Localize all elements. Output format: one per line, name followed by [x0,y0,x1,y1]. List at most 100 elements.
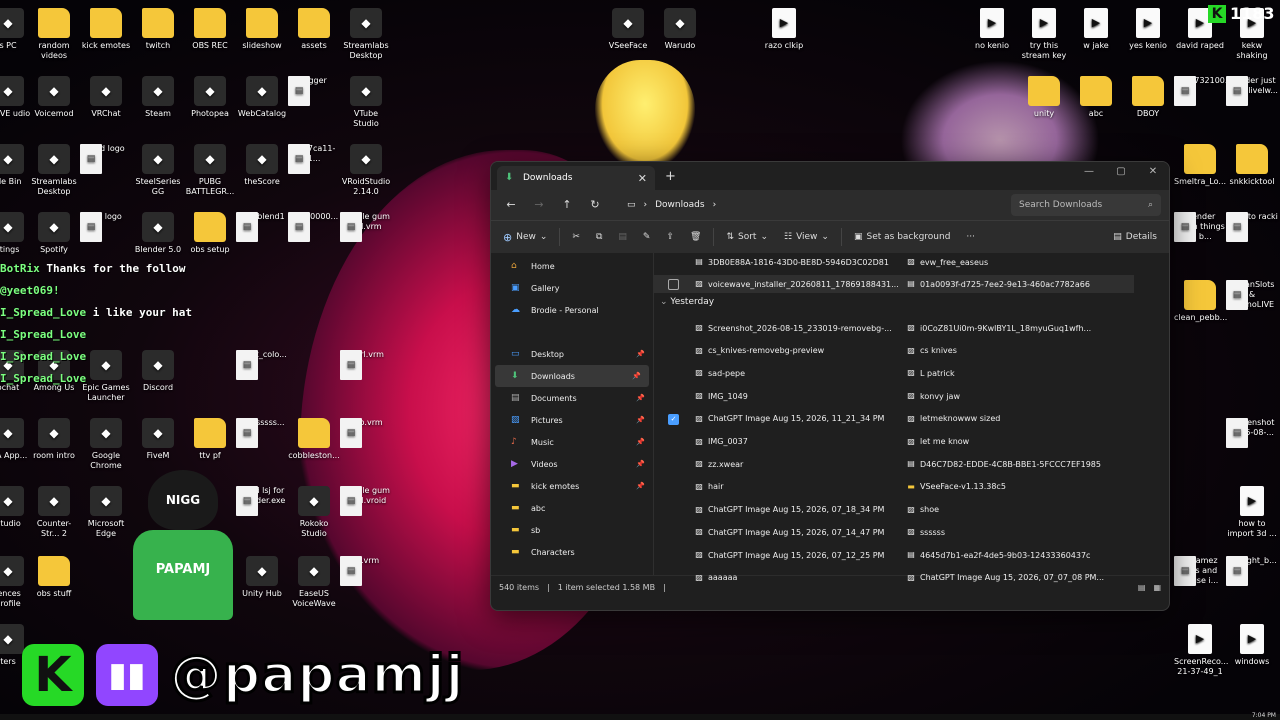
desktop-icon-file[interactable]: ▤ Screenshot 2026-08-... [1226,418,1278,448]
desktop-icon-app[interactable]: ◆ theScore [236,144,288,187]
address-bar[interactable]: ▭ › Downloads › [621,194,1007,216]
file-item[interactable]: ▨ Screenshot_2026-08-15_233019-removebg-.… [694,319,894,337]
file-item[interactable]: ▤ D46C7D82-EDDE-4C8B-BBE1-5FCCC7EF1985 [906,455,1141,473]
desktop-icon-file[interactable]: ▤ mod logo [80,144,132,174]
desktop-icon-app[interactable]: ◆ Rokoko Studio [288,486,340,539]
sidebar-item-documents[interactable]: ▤ Documents 📌 [491,387,653,409]
desktop-icon-app[interactable]: ◆ Blender 5.0 [132,212,184,255]
file-item[interactable]: ▨ ChatGPT Image Aug 15, 2026, 07_12_25 PM [694,546,894,564]
desktop-icon-folder[interactable]: DBOY [1122,76,1174,119]
delete-icon[interactable]: 🗑 [686,232,705,242]
cut-icon[interactable]: ✂ [568,232,584,242]
desktop-icon-file[interactable]: ▤ send to racki [1226,212,1278,242]
sidebar-item-sb[interactable]: ▬ sb [491,519,653,541]
search-input[interactable]: Search Downloads ⌕ [1011,194,1161,216]
desktop-icon-video[interactable]: ▶ w jake [1070,8,1122,51]
file-item[interactable]: ▨ zz.xwear [694,455,894,473]
sidebar-item-home[interactable]: ⌂ Home [491,255,653,277]
file-item[interactable]: ▨ let me know [906,433,1141,451]
desktop-icon-folder[interactable]: unity [1018,76,1070,119]
paste-icon[interactable]: ▤ [614,232,631,242]
desktop-icon-file[interactable]: ▤ vip logo [80,212,132,242]
desktop-icon-app[interactable]: ◆ SteelSeries GG [132,144,184,197]
desktop-icon-file[interactable]: ▤ Trodder just went livelw... [1226,76,1278,106]
share-icon[interactable]: ⇪ [662,232,678,242]
more-options-button[interactable]: ··· [962,232,979,242]
refresh-button[interactable]: ↻ [583,194,607,216]
file-item[interactable]: ▨ ChatGPT Image Aug 15, 2026, 11_21_34 PM [694,410,894,428]
breadcrumb-downloads[interactable]: Downloads [655,200,704,210]
desktop-icon-folder[interactable]: snkkicktool [1226,144,1278,187]
desktop-icon-folder[interactable]: obs setup [184,212,236,255]
desktop-icon-file[interactable]: ▤ blender atach things to b... [1174,212,1226,242]
details-button[interactable]: ▤ Details [1109,232,1161,242]
desktop-icon-folder[interactable]: abc [1070,76,1122,119]
desktop-icon-app[interactable]: ◆ VRChat [80,76,132,119]
file-item[interactable]: ▨ konvy jaw [906,387,1141,405]
desktop-icon-app[interactable]: ◆ Microsoft Edge [80,486,132,539]
desktop-icon-folder[interactable]: slideshow [236,8,288,51]
desktop-icon-file[interactable]: ▤ bubble gum girl.vrm [340,212,392,242]
sidebar-item-pictures[interactable]: ▨ Pictures 📌 [491,409,653,431]
file-item[interactable]: ▬ VSeeFace-v1.13.38c5 [906,478,1141,496]
set-background-button[interactable]: ▣ Set as background [850,232,954,242]
forward-button[interactable]: → [527,194,551,216]
desktop-icon-video[interactable]: ▶ razo clkip [758,8,810,51]
desktop-icon-file[interactable]: ▤ good lsj for blender.exe [236,486,288,516]
desktop-icon-file[interactable]: ▤ btgamez cars and house i... [1174,556,1226,586]
file-item[interactable]: ▨ aaaaaa [694,569,894,587]
sidebar-item-desktop[interactable]: ▭ Desktop 📌 [491,343,653,365]
file-item[interactable]: ▨ cs_knives-removebg-preview [694,342,894,360]
desktop-icon-app[interactable]: ◆ FiveM [132,418,184,461]
desktop-icon-folder[interactable]: ttv pf [184,418,236,461]
back-button[interactable]: ← [499,194,523,216]
file-item[interactable]: ▨ IMG_0037 [694,433,894,451]
copy-icon[interactable]: ⧉ [592,232,606,242]
maximize-button[interactable]: ▢ [1105,162,1137,182]
file-item[interactable]: ▨ ChatGPT Image Aug 15, 2026, 07_18_34 PM [694,501,894,519]
desktop-icon-app[interactable]: ◆ Voicemod [28,76,80,119]
rename-icon[interactable]: ✎ [639,232,655,242]
desktop-icon-file[interactable]: ▤ test.blend1 [236,212,288,242]
desktop-icon-folder[interactable]: kick emotes [80,8,132,51]
desktop-icon-folder[interactable]: clean_pebb... [1174,280,1227,323]
desktop-icon-app[interactable]: ◆ PUBG BATTLEGR... [184,144,236,197]
desktop-icon-app[interactable]: ◆ Photopea [184,76,236,119]
desktop-icon-app[interactable]: ◆ Streamlabs Desktop [28,144,80,197]
desktop-icon-file[interactable]: ▤ bt.vrm [340,556,392,586]
desktop-icon-folder[interactable]: assets [288,8,340,51]
desktop-icon-app[interactable]: ◆ WebCatalog [236,76,288,119]
file-item[interactable]: ▨ IMG_1049 [694,387,894,405]
sidebar-item-kick-emotes[interactable]: ▬ kick emotes 📌 [491,475,653,497]
desktop-icon-video[interactable]: ▶ try this stream key [1018,8,1070,61]
checkbox-checked[interactable]: ✓ [668,413,679,425]
desktop-icon-file[interactable]: ▤ 2287ca11-1... [288,144,340,174]
close-tab-icon[interactable]: ✕ [638,172,647,185]
sidebar-item-characters[interactable]: ▬ Characters [491,541,653,563]
file-item[interactable]: ▨ ChatGPT Image Aug 15, 2026, 07_14_47 PM [694,523,894,541]
new-tab-button[interactable]: + [665,169,676,184]
sidebar-item-music[interactable]: ♪ Music 📌 [491,431,653,453]
desktop-icon-video[interactable]: ▶ windows [1226,624,1278,667]
desktop-icon-folder[interactable]: OBS REC [184,8,236,51]
desktop-icon-file[interactable]: ▤ nigger [288,76,340,106]
desktop-icon-file[interactable]: ▤ 2843732100... [1174,76,1233,106]
desktop-icon-folder[interactable]: Smeltra_Lo... [1174,144,1226,187]
desktop-icon-video[interactable]: ▶ yes kenio [1122,8,1174,51]
desktop-icon-folder[interactable]: random videos [28,8,80,61]
desktop-icon-file[interactable]: ▤ bubble gum egirl.vroid [340,486,392,516]
checkbox[interactable] [668,279,679,290]
sidebar-item-downloads[interactable]: ⬇ Downloads 📌 [495,365,649,387]
file-item[interactable]: ▨ shoe [906,501,1141,519]
file-item[interactable]: ▨ evw_free_easeus [906,253,1106,271]
desktop-icon-app[interactable]: ◆ room intro [28,418,80,461]
file-item[interactable]: ▤ 01a0093f-d725-7ee2-9e13-460ac7782a66 [906,275,1106,293]
file-explorer-window[interactable]: ⬇ Downloads ✕ + — ▢ ✕ ← → ↑ ↻ ▭ › Downlo… [490,161,1170,611]
desktop-icon-file[interactable]: ▤ be_right_b... [1226,556,1278,586]
desktop-icon-app[interactable]: ◆ Counter-Str... 2 [28,486,80,539]
file-item[interactable]: ▨ letmeknowww sized [906,410,1141,428]
file-item[interactable]: ▨ ChatGPT Image Aug 15, 2026, 07_07_08 PM… [906,569,1141,587]
desktop-icon-file[interactable]: ▤ 00000000... [288,212,340,242]
view-button[interactable]: ☷ View ⌄ [780,232,833,242]
desktop-icon-app[interactable]: ◆ Streamlabs Desktop [340,8,392,61]
